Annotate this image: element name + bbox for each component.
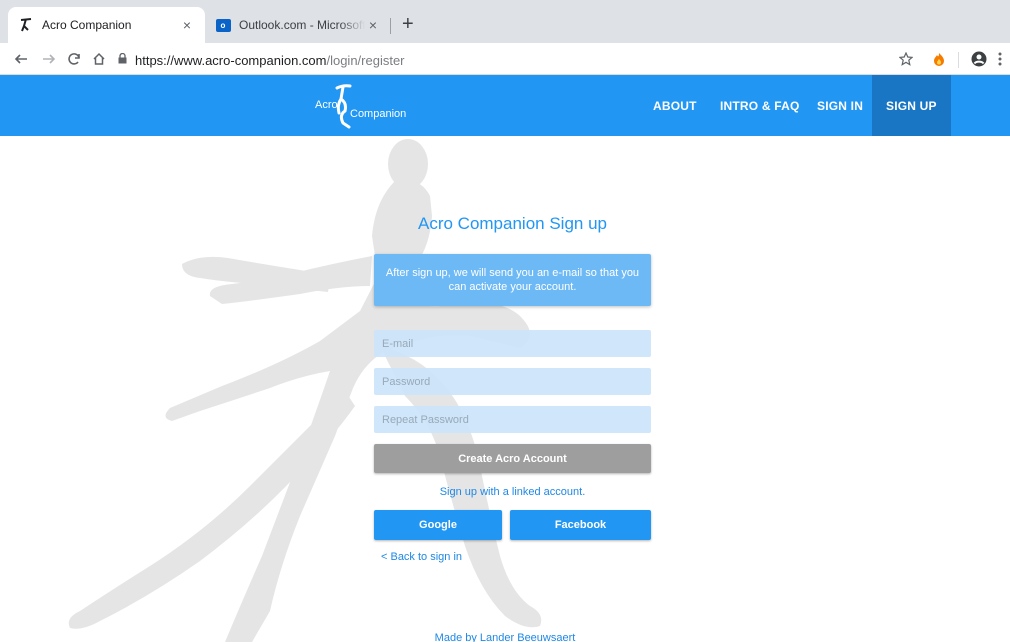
home-icon[interactable] bbox=[92, 49, 106, 72]
back-to-sign-in-link[interactable]: < Back to sign in bbox=[381, 551, 462, 563]
acro-favicon-icon bbox=[18, 17, 34, 33]
repeat-password-field[interactable] bbox=[374, 406, 651, 433]
lock-icon bbox=[118, 52, 127, 67]
linked-account-link[interactable]: Sign up with a linked account. bbox=[374, 486, 651, 498]
extension-flame-icon[interactable] bbox=[933, 49, 945, 72]
site-logo[interactable]: Acro Companion bbox=[315, 83, 425, 129]
browser-toolbar: https://www.acro-companion.com/login/reg… bbox=[0, 43, 1010, 75]
nav-sign-in[interactable]: SIGN IN bbox=[817, 75, 863, 136]
signup-info-text: After sign up, we will send you an e-mai… bbox=[385, 267, 640, 293]
outlook-favicon-icon: o bbox=[215, 17, 231, 33]
logo-word-companion: Companion bbox=[350, 108, 407, 120]
tab-acro-companion[interactable]: Acro Companion × bbox=[8, 7, 205, 43]
tab-outlook[interactable]: o Outlook.com - Microsoft free p × bbox=[205, 7, 391, 43]
browser-menu-icon[interactable] bbox=[998, 49, 1002, 72]
nav-sign-up[interactable]: SIGN UP bbox=[872, 75, 951, 136]
page-title: Acro Companion Sign up bbox=[417, 214, 607, 233]
create-account-button[interactable]: Create Acro Account bbox=[374, 444, 651, 473]
url-domain: https://www.acro-companion.com bbox=[135, 52, 327, 68]
address-bar[interactable]: https://www.acro-companion.com/login/reg… bbox=[118, 51, 405, 69]
site-header: Acro Companion ABOUT INTRO & FAQ SIGN IN… bbox=[0, 75, 1010, 136]
signup-info-alert: After sign up, we will send you an e-mai… bbox=[374, 254, 651, 306]
acrobat-logo-icon bbox=[335, 84, 352, 129]
new-tab-button[interactable]: + bbox=[402, 14, 414, 34]
toolbar-divider bbox=[958, 52, 959, 68]
tab-divider bbox=[390, 18, 391, 34]
url-path: /login/register bbox=[326, 52, 405, 68]
browser-tab-strip: Acro Companion × o Outlook.com - Microso… bbox=[0, 0, 1010, 43]
facebook-signup-button[interactable]: Facebook bbox=[510, 510, 651, 540]
main-content: Acro Companion Sign up After sign up, we… bbox=[0, 136, 1010, 642]
bookmark-star-icon[interactable] bbox=[898, 49, 914, 72]
tab-title: Acro Companion bbox=[42, 18, 132, 32]
tab-title: Outlook.com - Microsoft free p bbox=[239, 18, 365, 32]
password-field[interactable] bbox=[374, 368, 651, 395]
tab-close-icon[interactable]: × bbox=[365, 17, 381, 33]
nav-intro-faq[interactable]: INTRO & FAQ bbox=[720, 75, 800, 136]
nav-about[interactable]: ABOUT bbox=[653, 75, 697, 136]
google-signup-button[interactable]: Google bbox=[374, 510, 502, 540]
tab-close-icon[interactable]: × bbox=[179, 17, 195, 33]
back-arrow-icon[interactable] bbox=[14, 49, 28, 72]
email-field[interactable] bbox=[374, 330, 651, 357]
profile-avatar-icon[interactable] bbox=[971, 49, 987, 73]
reload-icon[interactable] bbox=[67, 49, 81, 72]
forward-arrow-icon[interactable] bbox=[42, 49, 56, 72]
footer-credit[interactable]: Made by Lander Beeuwsaert bbox=[0, 632, 1010, 642]
